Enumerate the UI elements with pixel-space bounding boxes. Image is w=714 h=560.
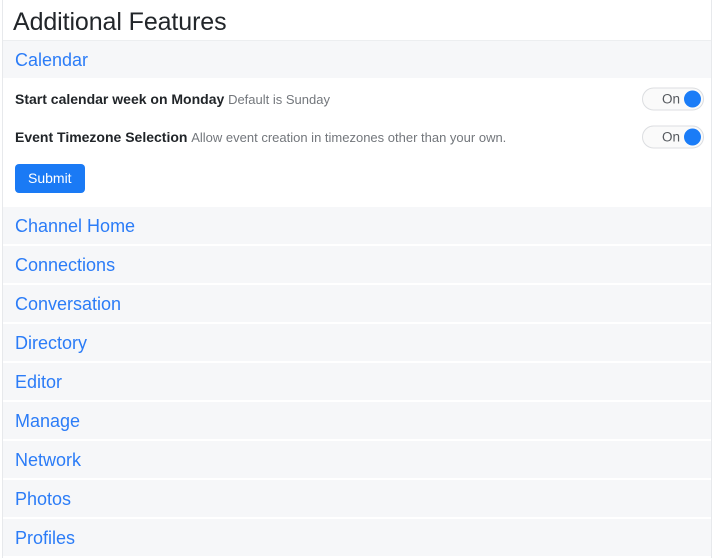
- additional-features-card: Additional Features Calendar Start calen…: [2, 0, 712, 558]
- submit-button[interactable]: Submit: [15, 164, 85, 193]
- toggle-knob-icon: [684, 128, 701, 146]
- section-link-network[interactable]: Network: [15, 451, 81, 469]
- section-header-network[interactable]: Network: [3, 441, 711, 480]
- section-link-connections[interactable]: Connections: [15, 256, 115, 274]
- feature-label: Start calendar week on Monday: [15, 90, 225, 107]
- toggle-knob-icon: [684, 90, 701, 108]
- submit-row: Submit: [3, 156, 711, 207]
- section-header-connections[interactable]: Connections: [3, 246, 711, 285]
- start-calendar-week-on-monday-toggle[interactable]: On: [642, 87, 704, 111]
- section-link-editor[interactable]: Editor: [15, 373, 62, 391]
- feature-description: Default is Sunday: [228, 91, 330, 107]
- event-timezone-selection-toggle[interactable]: On: [642, 125, 704, 149]
- section-link-profiles[interactable]: Profiles: [15, 529, 75, 547]
- section-link-calendar[interactable]: Calendar: [15, 51, 88, 69]
- section-header-conversation[interactable]: Conversation: [3, 285, 711, 324]
- section-header-calendar[interactable]: Calendar: [3, 41, 711, 80]
- section-header-editor[interactable]: Editor: [3, 363, 711, 402]
- section-link-directory[interactable]: Directory: [15, 334, 87, 352]
- section-link-photos[interactable]: Photos: [15, 490, 71, 508]
- section-header-manage[interactable]: Manage: [3, 402, 711, 441]
- section-header-photos[interactable]: Photos: [3, 480, 711, 519]
- section-header-profiles[interactable]: Profiles: [3, 519, 711, 558]
- card-header: Additional Features: [3, 0, 711, 41]
- feature-text: Start calendar week on Monday Default is…: [15, 92, 330, 107]
- section-link-manage[interactable]: Manage: [15, 412, 80, 430]
- feature-row: Start calendar week on Monday Default is…: [3, 80, 711, 118]
- section-header-directory[interactable]: Directory: [3, 324, 711, 363]
- feature-text: Event Timezone Selection Allow event cre…: [15, 130, 506, 145]
- collapsed-section-list: Channel Home Connections Conversation Di…: [3, 207, 711, 558]
- toggle-state-label: On: [661, 91, 680, 107]
- feature-description: Allow event creation in timezones other …: [191, 129, 507, 145]
- page-title: Additional Features: [13, 7, 227, 36]
- section-link-conversation[interactable]: Conversation: [15, 295, 121, 313]
- section-body-calendar: Start calendar week on Monday Default is…: [3, 80, 711, 207]
- section-link-channel-home[interactable]: Channel Home: [15, 217, 135, 235]
- section-header-channel-home[interactable]: Channel Home: [3, 207, 711, 246]
- toggle-state-label: On: [661, 129, 680, 145]
- feature-label: Event Timezone Selection: [15, 128, 188, 145]
- feature-row: Event Timezone Selection Allow event cre…: [3, 118, 711, 156]
